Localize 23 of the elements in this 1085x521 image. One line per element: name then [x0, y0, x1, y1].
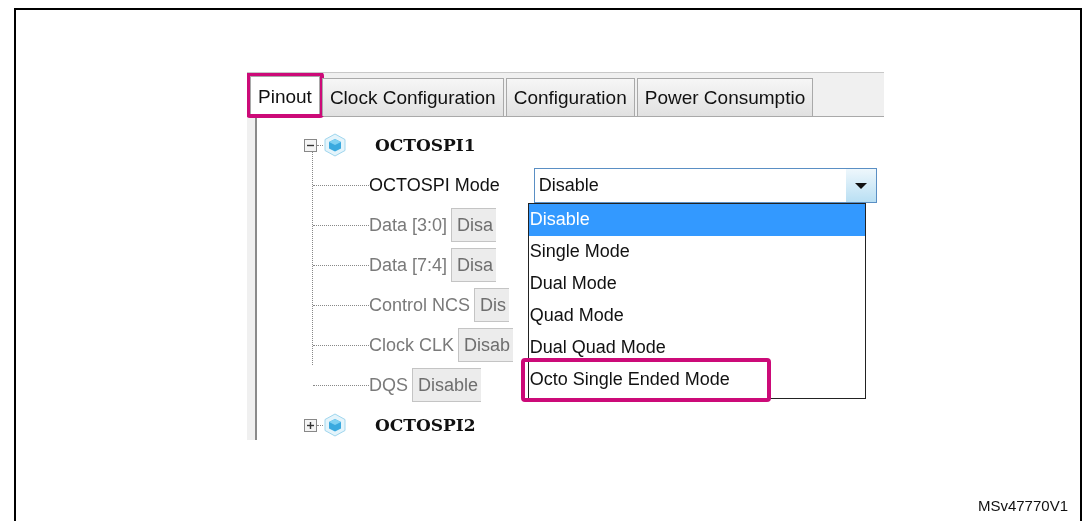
tree-node-label[interactable]: OCTOSPI2 — [375, 415, 476, 435]
tab[interactable]: Pinout — [250, 76, 320, 116]
cube-icon — [323, 133, 347, 157]
dropdown-option[interactable]: Single Mode — [528, 235, 865, 268]
tree-node-label[interactable]: OCTOSPI1 — [375, 135, 476, 155]
tab[interactable]: Clock Configuration — [321, 78, 504, 116]
parameter-label: Control NCS — [369, 294, 471, 316]
cube-icon — [323, 413, 347, 437]
dropdown-value: Disable — [537, 173, 600, 197]
parameter-label: OCTOSPI Mode — [369, 174, 500, 196]
parameter-label: Clock CLK — [369, 334, 455, 356]
tab[interactable]: Configuration — [505, 78, 635, 116]
dropdown-option[interactable]: Dual Mode — [528, 267, 865, 300]
dropdown-option[interactable]: Octo Single Ended Mode — [528, 363, 865, 396]
dropdown-option[interactable]: Quad Mode — [528, 299, 865, 332]
parameter-label: Data [3:0] — [369, 214, 448, 236]
collapse-icon[interactable] — [304, 138, 317, 152]
tab[interactable]: Power Consumptio — [636, 78, 814, 116]
parameter-label: DQS — [369, 374, 408, 396]
parameter-label: Data [7:4] — [369, 254, 448, 276]
expand-icon[interactable] — [304, 418, 317, 432]
figure-id: MSv47770V1 — [977, 497, 1068, 514]
dropdown-option[interactable]: Dual Quad Mode — [528, 331, 865, 364]
